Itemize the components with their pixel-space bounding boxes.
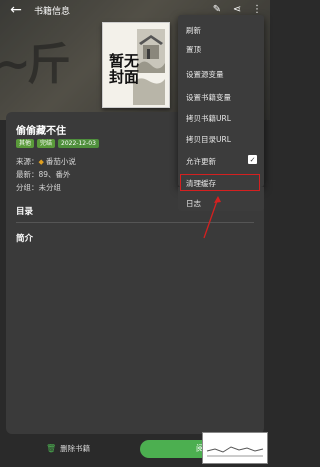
group-value: 未分组 — [38, 183, 62, 192]
menu-item-set-book-variable[interactable]: 设置书籍变量 — [186, 92, 231, 103]
group-label: 分组： — [16, 183, 39, 192]
source-icon: ◆ — [38, 158, 44, 166]
menu-item-pin-top[interactable]: 置顶 — [186, 44, 201, 55]
top-actions: ✎ ⋖ ⋮ — [210, 2, 264, 16]
tag-status: 完结 — [37, 139, 56, 148]
latest-label: 最新： — [16, 170, 39, 179]
allow-update-checkbox[interactable]: ✓ — [248, 155, 257, 164]
book-title: 偷偷藏不住 — [16, 126, 66, 137]
menu-item-copy-toc-url[interactable]: 拷贝目录URL — [186, 134, 231, 145]
cover-placeholder-text: 暂无封面 — [109, 52, 140, 86]
preview-thumbnail — [206, 446, 264, 457]
menu-item-refresh[interactable]: 刷新 — [186, 25, 201, 36]
source-row[interactable]: 来源：◆ 番茄小说 — [16, 156, 76, 167]
group-row[interactable]: 分组：未分组 — [16, 182, 61, 193]
overflow-menu: 刷新 置顶 设置源变量 设置书籍变量 拷贝书籍URL 拷贝目录URL 允许更新 … — [178, 15, 264, 188]
annotation-highlight-box — [180, 174, 260, 191]
latest-row: 最新：89、番外 — [16, 169, 71, 180]
floating-preview-window[interactable] — [202, 432, 268, 464]
page-title: 书籍信息 — [34, 6, 71, 17]
intro-heading: 简介 — [16, 234, 34, 244]
menu-item-log[interactable]: 日志 — [186, 198, 201, 209]
delete-icon: 🗑 — [46, 444, 57, 453]
book-tags: 其他 完结 2022-12-03 — [16, 139, 99, 148]
divider — [16, 222, 254, 223]
toc-heading[interactable]: 目录 — [16, 205, 33, 217]
tag-category: 其他 — [16, 139, 35, 148]
back-arrow-icon[interactable]: ← — [6, 0, 26, 20]
delete-book-label: 删除书籍 — [60, 444, 91, 453]
source-value: 番茄小说 — [45, 157, 76, 166]
tag-date: 2022-12-03 — [58, 139, 99, 148]
edit-icon[interactable]: ✎ — [210, 2, 224, 16]
menu-item-set-source-variable[interactable]: 设置源变量 — [186, 69, 224, 80]
delete-book-button[interactable]: 🗑 删除书籍 — [46, 443, 90, 454]
source-label: 来源： — [16, 157, 39, 166]
menu-item-copy-book-url[interactable]: 拷贝书籍URL — [186, 113, 231, 124]
latest-value: 89、番外 — [38, 170, 71, 179]
more-vert-icon[interactable]: ⋮ — [250, 2, 264, 16]
share-icon[interactable]: ⋖ — [230, 2, 244, 16]
menu-item-allow-update[interactable]: 允许更新 — [186, 156, 216, 167]
book-cover[interactable]: 暂无封面 — [102, 22, 170, 108]
